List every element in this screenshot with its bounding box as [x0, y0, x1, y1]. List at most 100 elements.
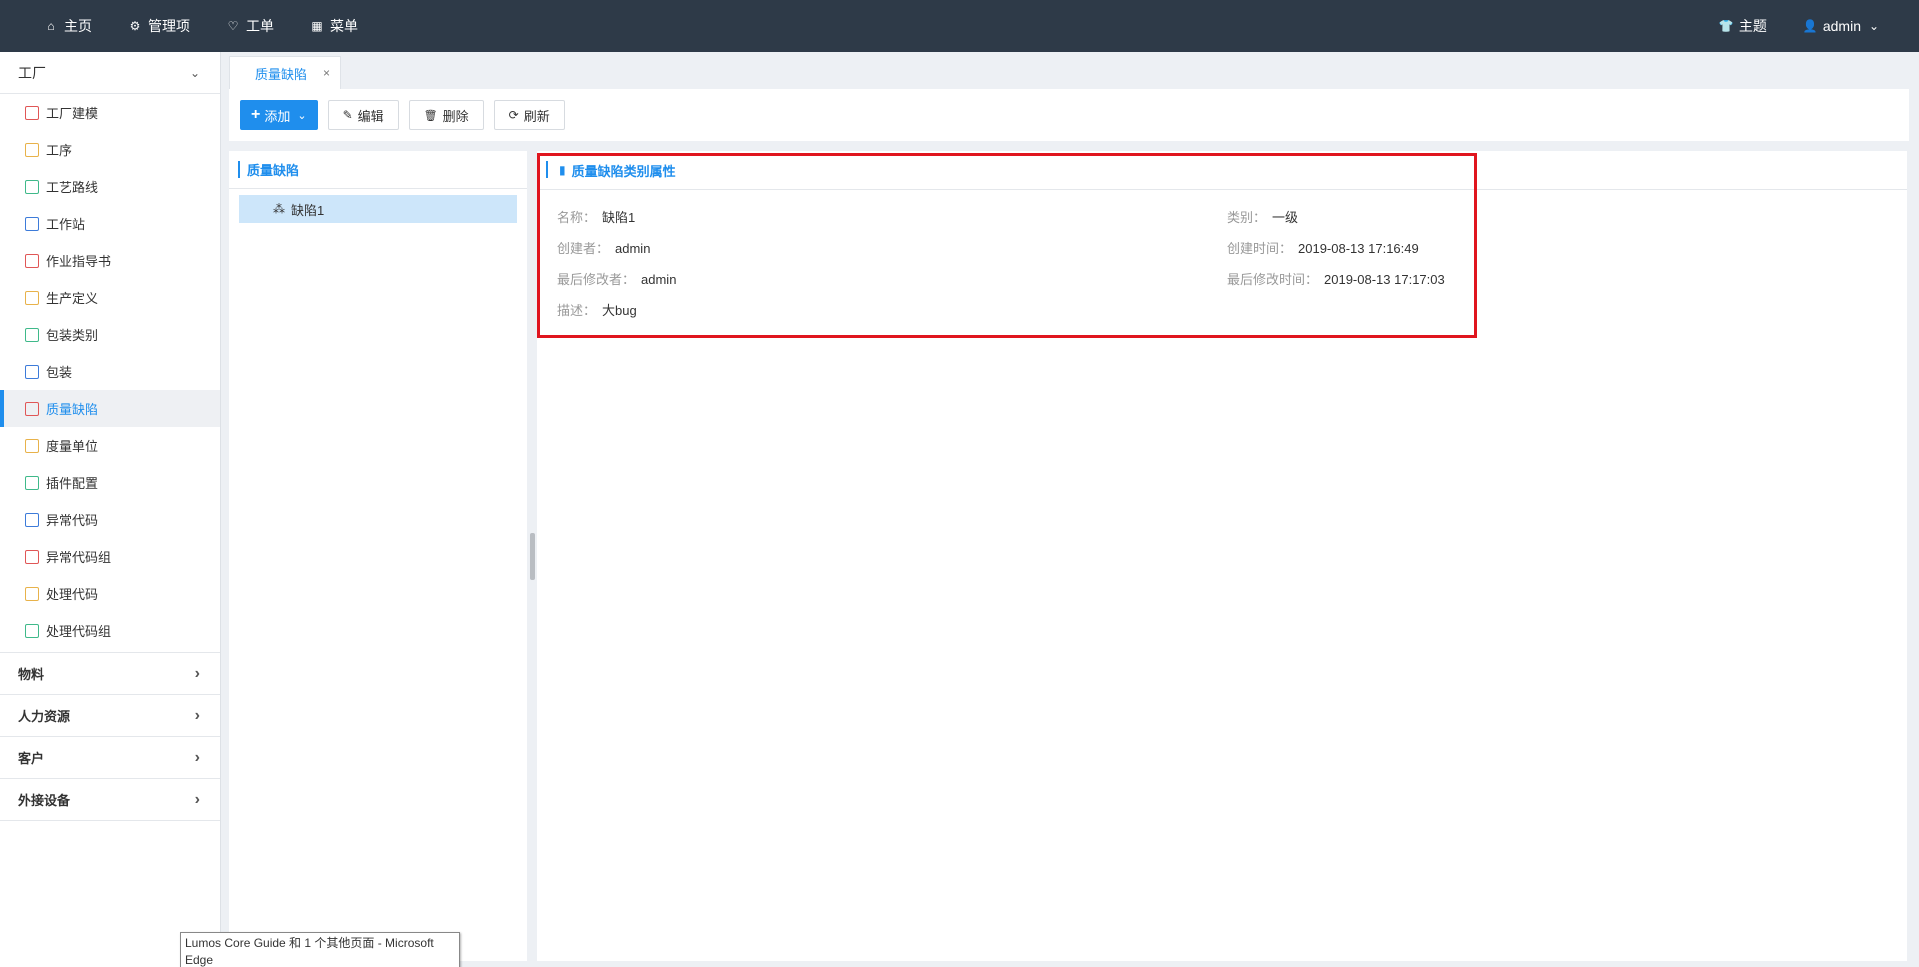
sidebar-item-label: 插件配置	[46, 476, 99, 491]
add-button[interactable]: + 添加 ⌄	[240, 100, 318, 130]
user-icon: 👤	[1802, 19, 1818, 33]
sidebar-item[interactable]: 处理代码	[0, 575, 220, 612]
menu-item-icon	[25, 105, 39, 120]
sidebar-factory-list: 工厂建模工序工艺路线工作站作业指导书生产定义包装类别包装质量缺陷度量单位插件配置…	[0, 94, 220, 653]
prop-modifier-label: 最后修改者：	[557, 272, 636, 287]
prop-modified-value: 2019-08-13 17:17:03	[1324, 272, 1445, 287]
sidebar-item[interactable]: 异常代码	[0, 501, 220, 538]
sidebar-item-label: 度量单位	[46, 439, 99, 454]
sidebar-group-label: 人力资源	[18, 709, 71, 724]
nav-manage[interactable]: ⚙ 管理项	[110, 0, 208, 52]
nav-home[interactable]: ⌂ 主页	[0, 0, 110, 52]
refresh-button-label: 刷新	[523, 108, 550, 124]
sidebar-item-label: 工艺路线	[46, 180, 99, 195]
grid-icon: ▦	[311, 19, 323, 33]
sidebar-group[interactable]: 外接设备 ›	[0, 779, 220, 821]
prop-category-value: 一级	[1272, 210, 1299, 225]
sidebar-item-label: 异常代码组	[46, 550, 112, 565]
sidebar-item[interactable]: 处理代码组	[0, 612, 220, 649]
prop-modifier: 最后修改者： admin	[557, 269, 676, 288]
chevron-down-icon: ⌄	[189, 65, 200, 80]
top-navbar: ⌂ 主页 ⚙ 管理项 ♡ 工单 ▦ 菜单 👕 主题 👤 admin ⌄	[0, 0, 1919, 52]
gear-icon: ⚙	[129, 19, 141, 33]
chevron-right-icon: ›	[194, 790, 200, 808]
prop-name-label: 名称：	[557, 210, 597, 225]
prop-creator-label: 创建者：	[557, 241, 610, 256]
sidebar-item-label: 包装	[46, 365, 73, 380]
sidebar-item[interactable]: 工艺路线	[0, 168, 220, 205]
edit-button[interactable]: ✎ 编辑	[327, 100, 399, 130]
sidebar-item[interactable]: 度量单位	[0, 427, 220, 464]
user-name: admin	[1822, 18, 1861, 34]
sidebar-item[interactable]: 包装类别	[0, 316, 220, 353]
taskbar-tooltip: Lumos Core Guide 和 1 个其他页面 - Microsoft E…	[180, 932, 460, 967]
prop-description: 描述： 大bug	[557, 300, 637, 319]
sidebar-item[interactable]: 工作站	[0, 205, 220, 242]
nav-home-label: 主页	[64, 18, 92, 34]
delete-button[interactable]: 🗑 删除	[408, 100, 484, 130]
sidebar-item[interactable]: 异常代码组	[0, 538, 220, 575]
menu-item-icon	[25, 586, 39, 601]
prop-description-label: 描述：	[557, 303, 597, 318]
nav-menu[interactable]: ▦ 菜单	[292, 0, 376, 52]
panel-splitter[interactable]	[530, 533, 535, 580]
sidebar-group-label: 客户	[18, 751, 45, 766]
sidebar-item[interactable]: 包装	[0, 353, 220, 390]
tree-node-label: 缺陷1	[291, 202, 325, 218]
tab-bar: 质量缺陷 ×	[229, 56, 342, 89]
home-icon: ⌂	[47, 19, 55, 33]
menu-item-icon	[25, 327, 39, 342]
menu-item-icon	[25, 216, 39, 231]
prop-name-value: 缺陷1	[602, 210, 636, 225]
prop-modifier-value: admin	[641, 272, 677, 287]
workorder-icon: ♡	[227, 19, 239, 33]
sidebar-group-label: 物料	[18, 667, 45, 682]
prop-modified: 最后修改时间： 2019-08-13 17:17:03	[1227, 269, 1445, 288]
sidebar-item[interactable]: 质量缺陷	[0, 390, 220, 427]
prop-created: 创建时间： 2019-08-13 17:16:49	[1227, 238, 1419, 257]
sidebar-group[interactable]: 人力资源 ›	[0, 695, 220, 737]
sidebar-item[interactable]: 工厂建模	[0, 94, 220, 131]
delete-button-label: 删除	[442, 108, 469, 124]
sidebar-item-label: 作业指导书	[46, 254, 112, 269]
nav-workorder[interactable]: ♡ 工单	[208, 0, 292, 52]
tab-quality-defect[interactable]: 质量缺陷 ×	[229, 56, 342, 89]
sidebar-item[interactable]: 工序	[0, 131, 220, 168]
close-icon[interactable]: ×	[323, 66, 330, 80]
sidebar-item[interactable]: 作业指导书	[0, 242, 220, 279]
tree-title-text: 质量缺陷	[247, 163, 300, 178]
theme-button[interactable]: 👕 主题	[1675, 0, 1785, 52]
sidebar-item[interactable]: 插件配置	[0, 464, 220, 501]
refresh-button[interactable]: ⟳ 刷新	[493, 100, 565, 130]
sidebar-group[interactable]: 物料 ›	[0, 653, 220, 695]
menu-item-icon	[25, 623, 39, 638]
prop-category-label: 类别：	[1227, 210, 1267, 225]
sidebar-group-label: 外接设备	[18, 793, 71, 808]
menu-item-icon	[25, 475, 39, 490]
menu-item-icon	[25, 179, 39, 194]
sidebar-item-label: 质量缺陷	[46, 402, 99, 417]
sidebar-item-label: 生产定义	[46, 291, 99, 306]
prop-description-value: 大bug	[602, 303, 637, 318]
sidebar-group[interactable]: 客户 ›	[0, 737, 220, 779]
sidebar-group-factory[interactable]: 工厂 ⌄	[0, 52, 220, 94]
tree-node-defect[interactable]: ⁂ 缺陷1	[239, 195, 517, 223]
tree-panel: 质量缺陷 ⁂ 缺陷1	[229, 151, 527, 961]
nav-manage-label: 管理项	[148, 18, 190, 34]
chevron-right-icon: ›	[194, 706, 200, 724]
shirt-icon: 👕	[1718, 19, 1734, 33]
menu-item-icon	[25, 438, 39, 453]
menu-item-icon	[25, 512, 39, 527]
menu-item-icon	[25, 142, 39, 157]
sidebar: 工厂 ⌄ 工厂建模工序工艺路线工作站作业指导书生产定义包装类别包装质量缺陷度量单…	[0, 52, 221, 967]
sidebar-item[interactable]: 生产定义	[0, 279, 220, 316]
sidebar-item-label: 工作站	[46, 217, 86, 232]
sidebar-item-label: 处理代码组	[46, 624, 112, 639]
menu-item-icon	[25, 364, 39, 379]
prop-creator-value: admin	[615, 241, 651, 256]
sidebar-item-label: 工厂建模	[46, 106, 99, 121]
chevron-right-icon: ›	[194, 664, 200, 682]
user-menu[interactable]: 👤 admin ⌄	[1785, 0, 1919, 52]
prop-created-value: 2019-08-13 17:16:49	[1298, 241, 1419, 256]
nav-workorder-label: 工单	[246, 18, 274, 34]
